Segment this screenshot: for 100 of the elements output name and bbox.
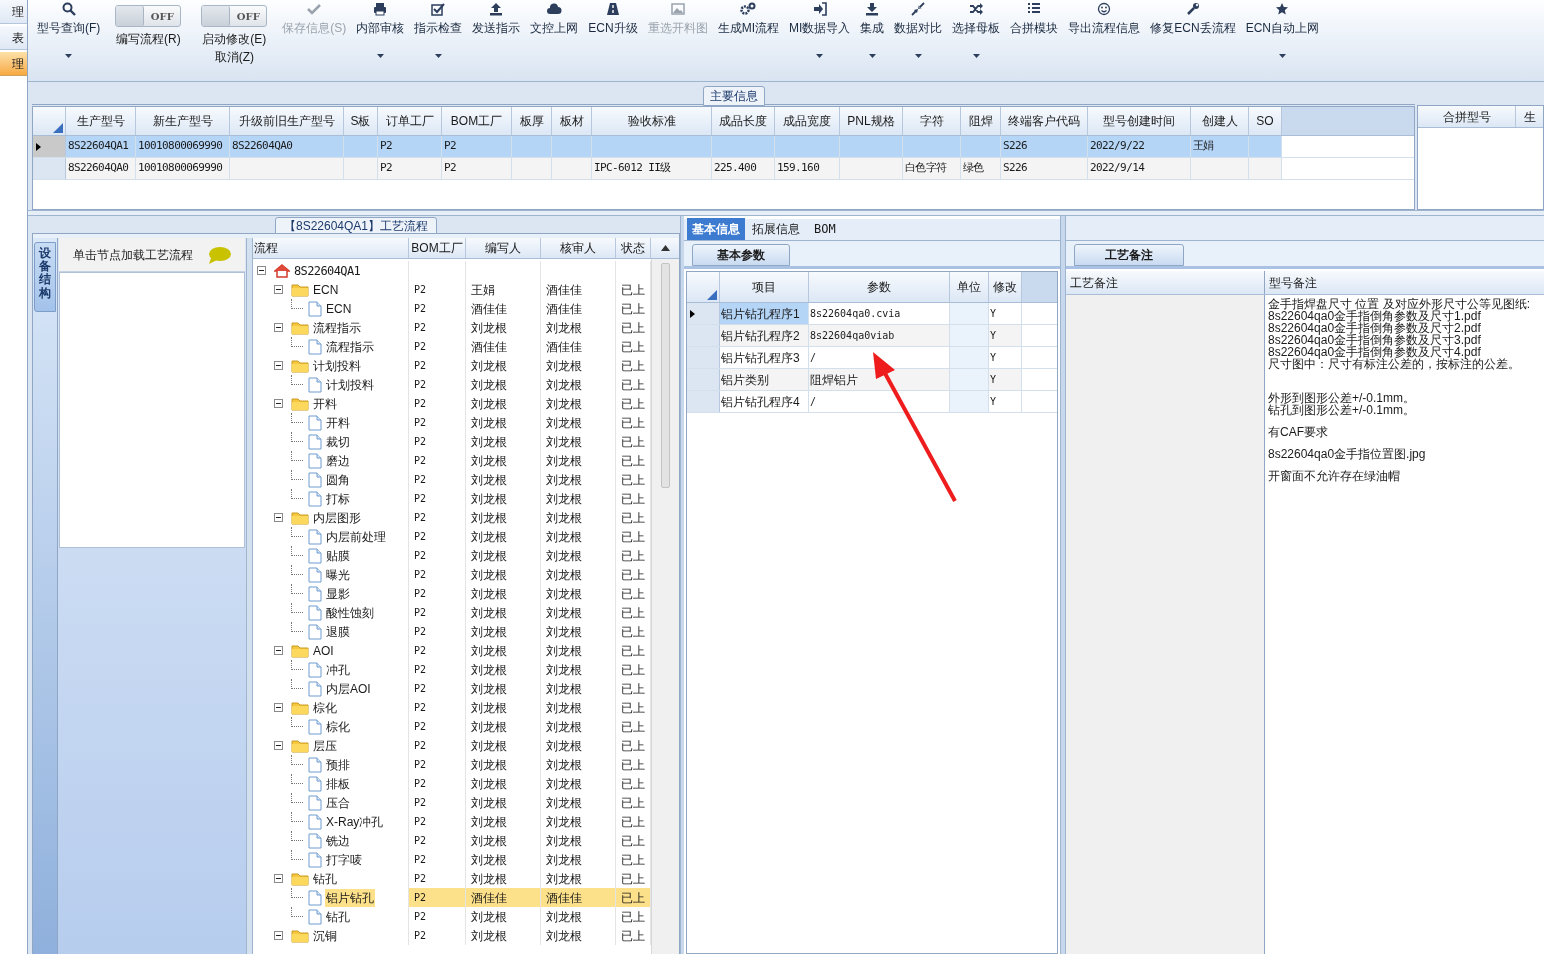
tree-row[interactable]: 退膜 P2 刘龙根 刘龙根 已上 xyxy=(253,622,651,641)
column-header[interactable]: S板 xyxy=(344,107,378,135)
tree-row[interactable]: 开料 P2 刘龙根 刘龙根 已上 xyxy=(253,394,651,413)
tree-node-label[interactable]: 沉铜 xyxy=(312,926,338,945)
tree-node-label[interactable]: 钻孔 xyxy=(312,869,338,888)
tree-row[interactable]: 沉铜 P2 刘龙根 刘龙根 已上 xyxy=(253,926,651,945)
column-header[interactable]: 状态 xyxy=(616,238,651,258)
tree-node-label[interactable]: 显影 xyxy=(325,584,351,603)
toolbar-button[interactable]: 数据对比 xyxy=(889,0,948,66)
column-header[interactable]: 订单工厂 xyxy=(378,107,442,135)
column-header[interactable]: 型号备注 xyxy=(1265,271,1544,294)
tree-node-label[interactable]: 开料 xyxy=(325,413,351,432)
toggle-switch[interactable]: OFF xyxy=(115,5,182,27)
tree-row[interactable]: 内层AOI P2 刘龙根 刘龙根 已上 xyxy=(253,679,651,698)
tree-node-label[interactable]: 铣边 xyxy=(325,831,351,850)
tree-node-label[interactable]: 8S22604QA1 xyxy=(293,261,362,280)
column-header[interactable]: 升级前旧生产型号 xyxy=(230,107,344,135)
toolbar-button[interactable]: 内部审核 xyxy=(351,0,410,66)
tree-node-label[interactable]: ECN xyxy=(312,280,340,299)
scrollbar-thumb[interactable] xyxy=(661,263,670,488)
toolbar-button[interactable]: MI数据导入 xyxy=(784,0,856,66)
tree-node-label[interactable]: 内层前处理 xyxy=(325,527,387,546)
tree-row[interactable]: 裁切 P2 刘龙根 刘龙根 已上 xyxy=(253,432,651,451)
tree-row[interactable]: 压合 P2 刘龙根 刘龙根 已上 xyxy=(253,793,651,812)
tree-node-label[interactable]: 棕化 xyxy=(312,698,338,717)
tree-node-label[interactable]: 铝片钻孔 xyxy=(325,888,375,907)
collapse-icon[interactable] xyxy=(274,513,283,522)
tree-row[interactable]: ECN P2 酒佳佳 酒佳佳 已上 xyxy=(253,299,651,318)
sub-tab[interactable]: 工艺备注 xyxy=(1074,244,1184,266)
collapse-icon[interactable] xyxy=(274,646,283,655)
toolbar-button[interactable]: 型号查询(F) xyxy=(32,0,106,66)
tree-node-label[interactable]: 排板 xyxy=(325,774,351,793)
collapse-icon[interactable] xyxy=(274,874,283,883)
tree-row[interactable]: 内层前处理 P2 刘龙根 刘龙根 已上 xyxy=(253,527,651,546)
column-header[interactable]: 单位 xyxy=(950,272,989,302)
tree-row[interactable]: 层压 P2 刘龙根 刘龙根 已上 xyxy=(253,736,651,755)
tab[interactable]: 拓展信息 xyxy=(745,218,807,240)
column-header[interactable]: 合拼型号 xyxy=(1418,106,1516,127)
column-header[interactable]: PNL规格 xyxy=(840,107,903,135)
tree-node-label[interactable]: 棕化 xyxy=(325,717,351,736)
tree-node-label[interactable]: 冲孔 xyxy=(325,660,351,679)
collapse-icon[interactable] xyxy=(274,703,283,712)
column-header[interactable]: 生产型号 xyxy=(66,107,136,135)
column-header[interactable]: 编写人 xyxy=(466,238,541,258)
column-header[interactable]: 成品宽度 xyxy=(775,107,840,135)
tab[interactable]: BOM xyxy=(807,218,843,240)
tree-node-label[interactable]: 退膜 xyxy=(325,622,351,641)
column-header[interactable]: 验收标准 xyxy=(592,107,712,135)
tree-row[interactable]: 铣边 P2 刘龙根 刘龙根 已上 xyxy=(253,831,651,850)
tree-node-label[interactable]: 流程指示 xyxy=(312,318,362,337)
tree-row[interactable]: AOI P2 刘龙根 刘龙根 已上 xyxy=(253,641,651,660)
tree-node-label[interactable]: 内层AOI xyxy=(325,679,372,698)
tree-node-label[interactable]: 贴膜 xyxy=(325,546,351,565)
toolbar-button[interactable]: 集成 xyxy=(855,0,890,66)
tree-node-label[interactable]: X-Ray冲孔 xyxy=(325,812,385,831)
tree-node-label[interactable]: 流程指示 xyxy=(325,337,375,356)
tree-row[interactable]: 冲孔 P2 刘龙根 刘龙根 已上 xyxy=(253,660,651,679)
tree-row[interactable]: 圆角 P2 刘龙根 刘龙根 已上 xyxy=(253,470,651,489)
toolbar-button[interactable]: 文控上网 xyxy=(525,0,584,66)
tree-row[interactable]: 钻孔 P2 刘龙根 刘龙根 已上 xyxy=(253,907,651,926)
toolbar-button[interactable]: 合拼模块 xyxy=(1005,0,1064,66)
tree-node-label[interactable]: 层压 xyxy=(312,736,338,755)
tree-row[interactable]: 流程指示 P2 酒佳佳 酒佳佳 已上 xyxy=(253,337,651,356)
tree-row[interactable]: ECN P2 王娟 酒佳佳 已上 xyxy=(253,280,651,299)
side-tab[interactable]: 设备结构 xyxy=(34,242,56,312)
collapse-icon[interactable] xyxy=(274,931,283,940)
tree-row[interactable]: 计划投料 P2 刘龙根 刘龙根 已上 xyxy=(253,356,651,375)
tree-node-label[interactable]: 内层图形 xyxy=(312,508,362,527)
tree-node-label[interactable]: AOI xyxy=(312,641,335,660)
column-header[interactable]: 项目 xyxy=(720,272,809,302)
tree-row[interactable]: X-Ray冲孔 P2 刘龙根 刘龙根 已上 xyxy=(253,812,651,831)
column-header[interactable]: 工艺备注 xyxy=(1066,271,1265,294)
sub-tab[interactable]: 基本参数 xyxy=(692,244,790,266)
side-tab[interactable]: 表 xyxy=(0,26,27,50)
column-header[interactable]: 阻焊 xyxy=(961,107,1001,135)
tree-row[interactable]: 预排 P2 刘龙根 刘龙根 已上 xyxy=(253,755,651,774)
tree-node-label[interactable]: 裁切 xyxy=(325,432,351,451)
tree-row[interactable]: 8S22604QA1 xyxy=(253,261,651,280)
side-tab[interactable]: 理 xyxy=(0,0,27,24)
tree-node-label[interactable]: 计划投料 xyxy=(312,356,362,375)
collapse-icon[interactable] xyxy=(274,741,283,750)
tree-row[interactable]: 排板 P2 刘龙根 刘龙根 已上 xyxy=(253,774,651,793)
column-header[interactable]: 型号创建时间 xyxy=(1088,107,1191,135)
column-header[interactable]: 板厚 xyxy=(512,107,552,135)
tree-node-label[interactable]: 曝光 xyxy=(325,565,351,584)
tree-row[interactable]: 磨边 P2 刘龙根 刘龙根 已上 xyxy=(253,451,651,470)
tree-row[interactable]: 棕化 P2 刘龙根 刘龙根 已上 xyxy=(253,698,651,717)
tree-row[interactable]: 贴膜 P2 刘龙根 刘龙根 已上 xyxy=(253,546,651,565)
tree-row[interactable]: 内层图形 P2 刘龙根 刘龙根 已上 xyxy=(253,508,651,527)
collapse-icon[interactable] xyxy=(274,399,283,408)
column-header[interactable]: BOM工厂 xyxy=(442,107,512,135)
tree-node-label[interactable]: 圆角 xyxy=(325,470,351,489)
column-header[interactable]: 创建人 xyxy=(1191,107,1249,135)
table-row[interactable]: 铝片类别 阻焊铝片 Y xyxy=(687,369,1057,391)
tree-node-label[interactable]: 压合 xyxy=(325,793,351,812)
column-header[interactable]: 生 xyxy=(1516,106,1543,127)
table-row[interactable]: 8S22604QA0 10010800069990 P2 P2 IPC-6012 II级 225.400 159.160 白色字符 绿色 S226 2022/9/14 xyxy=(33,158,1414,180)
column-header[interactable]: 字符 xyxy=(903,107,961,135)
toolbar-button[interactable]: 修复ECN丢流程 xyxy=(1145,0,1241,66)
collapse-icon[interactable] xyxy=(274,361,283,370)
